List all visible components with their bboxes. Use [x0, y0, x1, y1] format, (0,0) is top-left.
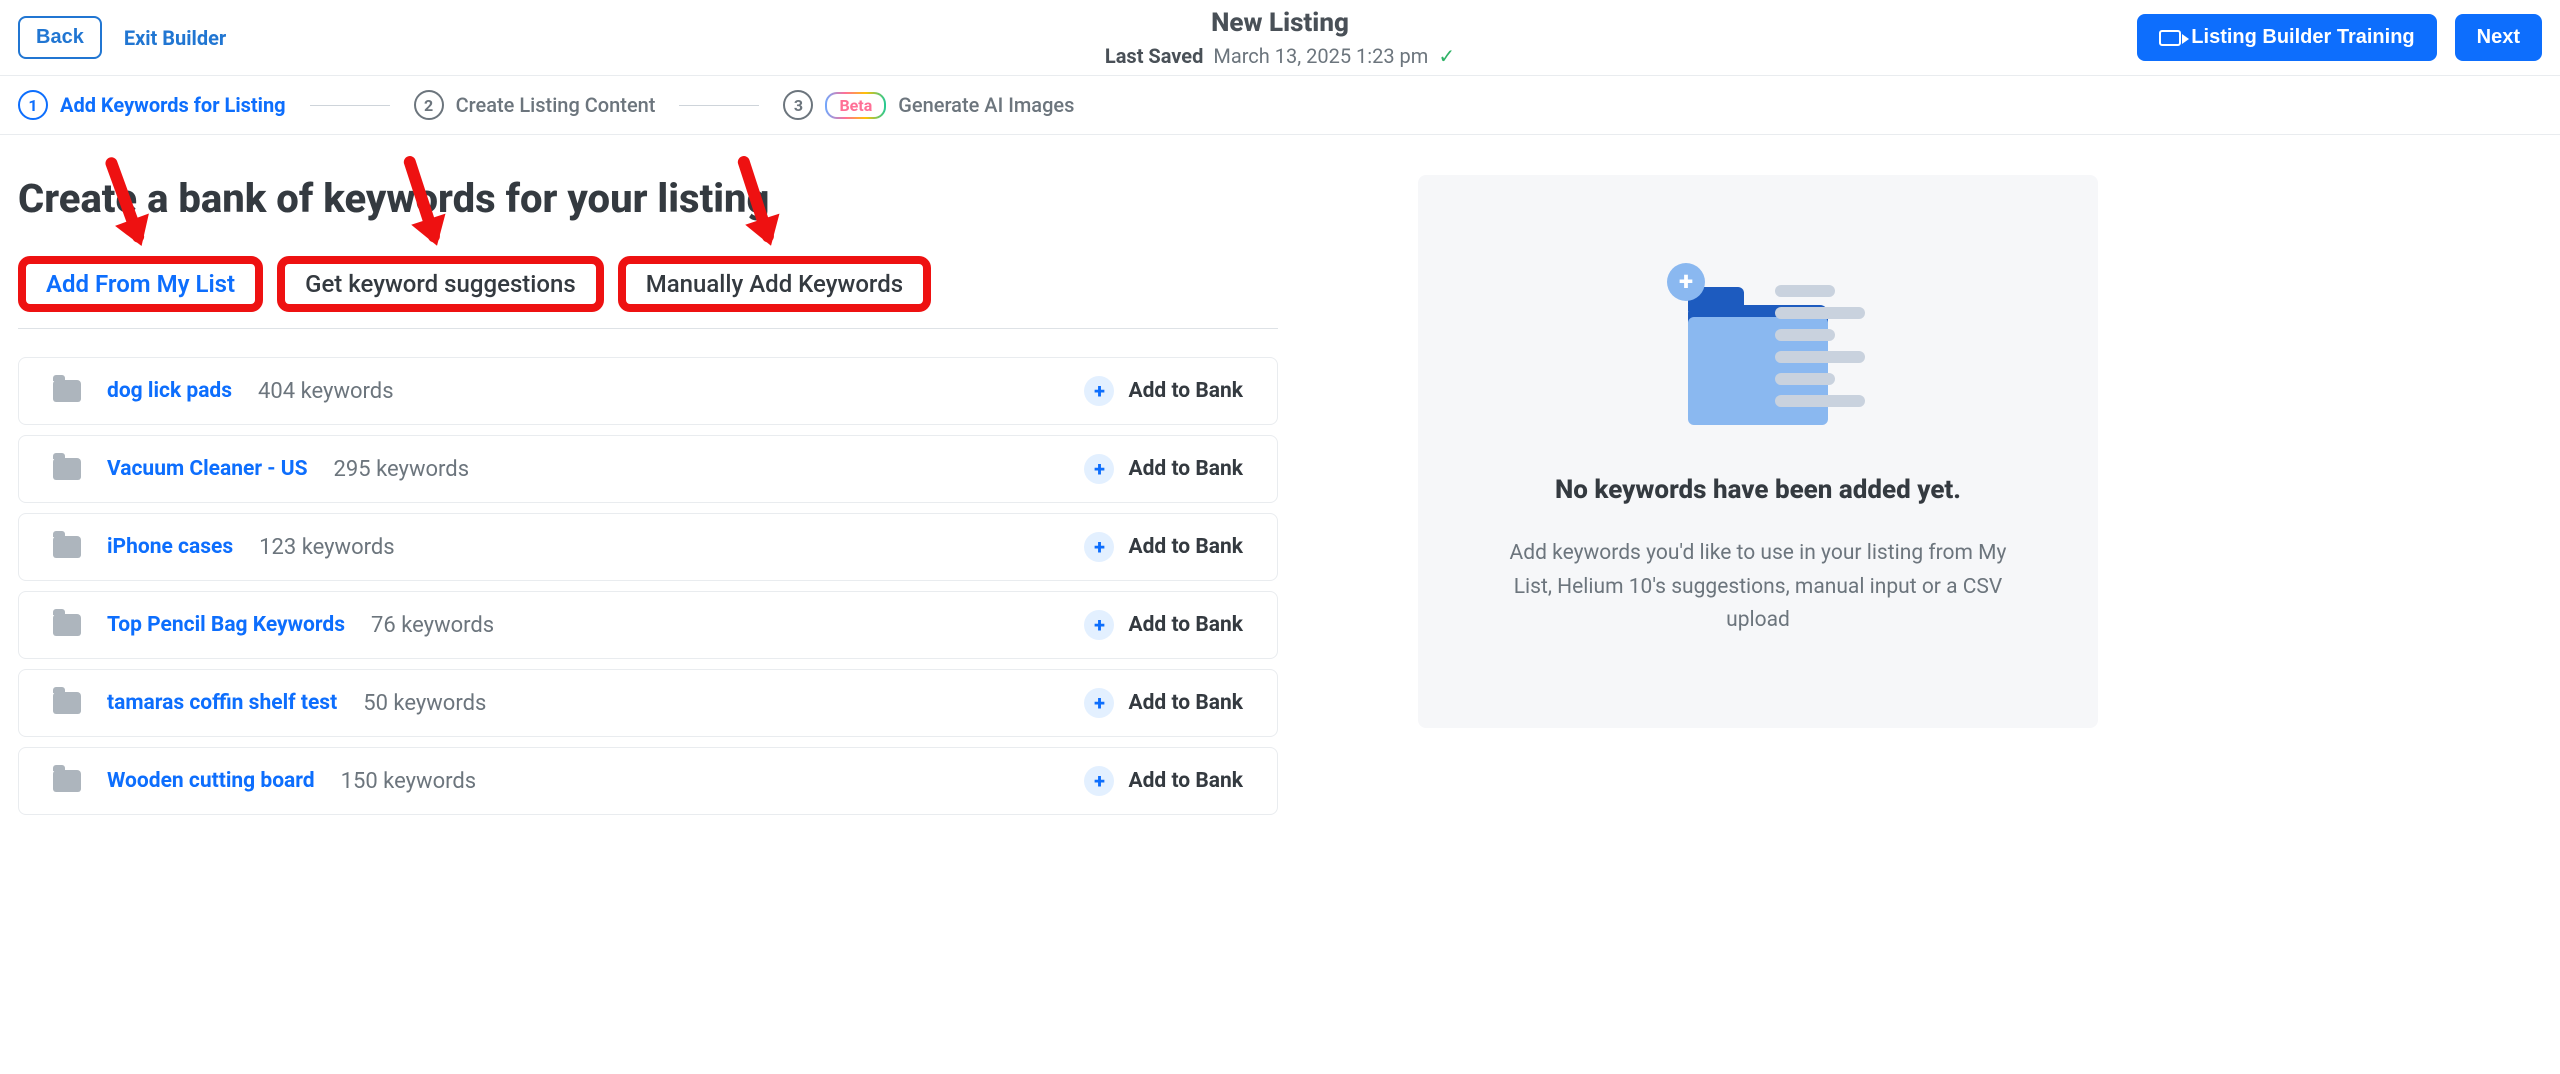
- keyword-list-name[interactable]: Wooden cutting board: [107, 769, 315, 793]
- topbar-center: New Listing Last Saved March 13, 2025 1:…: [1105, 8, 1455, 68]
- step-gap: [679, 105, 759, 106]
- last-saved-time: March 13, 2025 1:23 pm: [1213, 44, 1428, 68]
- keyword-lists: dog lick pads404 keywords+Add to BankVac…: [18, 357, 1278, 815]
- step-1-number: 1: [18, 90, 48, 120]
- keyword-list-row: Top Pencil Bag Keywords 76 keywords + Add t…: [18, 591, 1278, 659]
- add-to-bank-button[interactable]: + Add to Bank: [1084, 376, 1243, 406]
- plus-icon: +: [1084, 454, 1114, 484]
- training-button-label: Listing Builder Training: [2191, 26, 2414, 49]
- folder-icon: [53, 458, 81, 480]
- tab-get-suggestions[interactable]: Get keyword suggestions: [295, 262, 586, 306]
- training-button[interactable]: Listing Builder Training: [2137, 14, 2436, 61]
- section-heading: Create a bank of keywords for your listi…: [18, 175, 1278, 222]
- add-to-bank-button[interactable]: + Add to Bank: [1084, 766, 1243, 796]
- keyword-list-name[interactable]: Vacuum Cleaner - US: [107, 457, 308, 481]
- empty-title: No keywords have been added yet.: [1555, 475, 1961, 505]
- last-saved-label: Last Saved: [1105, 44, 1203, 68]
- highlight-box-manual: Manually Add Keywords: [618, 256, 931, 312]
- video-icon: [2159, 30, 2181, 46]
- add-to-bank-button[interactable]: + Add to Bank: [1084, 454, 1243, 484]
- step-1[interactable]: 1 Add Keywords for Listing: [18, 90, 286, 120]
- keyword-list-count: 150 keywords: [341, 769, 477, 794]
- step-3-number: 3: [783, 90, 813, 120]
- folder-icon: [53, 536, 81, 558]
- add-to-bank-label: Add to Bank: [1128, 613, 1243, 637]
- folder-icon: [53, 614, 81, 636]
- step-3-label: Generate AI Images: [898, 93, 1074, 117]
- add-to-bank-button[interactable]: + Add to Bank: [1084, 688, 1243, 718]
- add-to-bank-label: Add to Bank: [1128, 379, 1243, 403]
- page-title: New Listing: [1105, 8, 1455, 38]
- keyword-source-tabs: Add From My List Get keyword suggestions…: [18, 256, 1278, 329]
- keyword-list-name[interactable]: dog lick pads: [107, 379, 232, 403]
- keyword-list-row: Wooden cutting board 150 keywords + Add to …: [18, 747, 1278, 815]
- main-content: Create a bank of keywords for your listi…: [0, 135, 2560, 855]
- empty-subtitle: Add keywords you'd like to use in your l…: [1498, 537, 2018, 638]
- step-gap: [310, 105, 390, 106]
- plus-icon: +: [1667, 263, 1705, 301]
- step-3[interactable]: 3 Beta Generate AI Images: [783, 90, 1074, 120]
- left-column: Create a bank of keywords for your listi…: [18, 175, 1278, 815]
- keyword-list-row: dog lick pads 404 keywords + Add to Bank: [18, 357, 1278, 425]
- keyword-list-count: 404 keywords: [258, 379, 394, 404]
- add-to-bank-label: Add to Bank: [1128, 457, 1243, 481]
- add-to-bank-button[interactable]: + Add to Bank: [1084, 610, 1243, 640]
- lines-icon: [1775, 285, 1865, 407]
- add-to-bank-label: Add to Bank: [1128, 535, 1243, 559]
- step-1-label: Add Keywords for Listing: [60, 93, 286, 117]
- topbar: Back Exit Builder New Listing Last Saved…: [0, 0, 2560, 76]
- back-button[interactable]: Back: [18, 16, 102, 59]
- plus-icon: +: [1084, 532, 1114, 562]
- keyword-list-name[interactable]: tamaras coffin shelf test: [107, 691, 337, 715]
- highlight-box-from-list: Add From My List: [18, 256, 263, 312]
- keyword-list-count: 76 keywords: [371, 613, 494, 638]
- beta-pill: Beta: [825, 92, 886, 119]
- step-2-label: Create Listing Content: [456, 93, 656, 117]
- empty-state-illustration: +: [1673, 265, 1843, 425]
- last-saved-row: Last Saved March 13, 2025 1:23 pm ✓: [1105, 44, 1455, 68]
- keyword-list-count: 50 keywords: [363, 691, 486, 716]
- exit-builder-link[interactable]: Exit Builder: [124, 26, 226, 50]
- keyword-list-row: iPhone cases 123 keywords + Add to Bank: [18, 513, 1278, 581]
- keyword-list-row: tamaras coffin shelf test 50 keywords + Add…: [18, 669, 1278, 737]
- step-2[interactable]: 2 Create Listing Content: [414, 90, 656, 120]
- folder-icon: [53, 770, 81, 792]
- add-to-bank-button[interactable]: + Add to Bank: [1084, 532, 1243, 562]
- tab-manual-keywords[interactable]: Manually Add Keywords: [636, 262, 913, 306]
- next-button[interactable]: Next: [2455, 14, 2542, 61]
- keyword-list-row: Vacuum Cleaner - US 295 keywords + Add to B…: [18, 435, 1278, 503]
- topbar-right: Listing Builder Training Next: [2137, 14, 2542, 61]
- plus-icon: +: [1084, 610, 1114, 640]
- saved-check-icon: ✓: [1438, 44, 1455, 68]
- keyword-list-count: 123 keywords: [259, 535, 395, 560]
- keyword-bank-panel: + No keywords have been added yet. Add k…: [1418, 175, 2098, 728]
- folder-icon: [53, 692, 81, 714]
- keyword-list-name[interactable]: iPhone cases: [107, 535, 233, 559]
- stepper: 1 Add Keywords for Listing 2 Create List…: [0, 76, 2560, 135]
- step-2-number: 2: [414, 90, 444, 120]
- keyword-list-count: 295 keywords: [334, 457, 470, 482]
- tab-add-from-my-list[interactable]: Add From My List: [36, 262, 245, 306]
- keyword-list-name[interactable]: Top Pencil Bag Keywords: [107, 613, 345, 637]
- folder-icon: [53, 380, 81, 402]
- plus-icon: +: [1084, 376, 1114, 406]
- add-to-bank-label: Add to Bank: [1128, 691, 1243, 715]
- highlight-box-suggestions: Get keyword suggestions: [277, 256, 604, 312]
- plus-icon: +: [1084, 766, 1114, 796]
- add-to-bank-label: Add to Bank: [1128, 769, 1243, 793]
- topbar-left: Back Exit Builder: [18, 16, 226, 59]
- plus-icon: +: [1084, 688, 1114, 718]
